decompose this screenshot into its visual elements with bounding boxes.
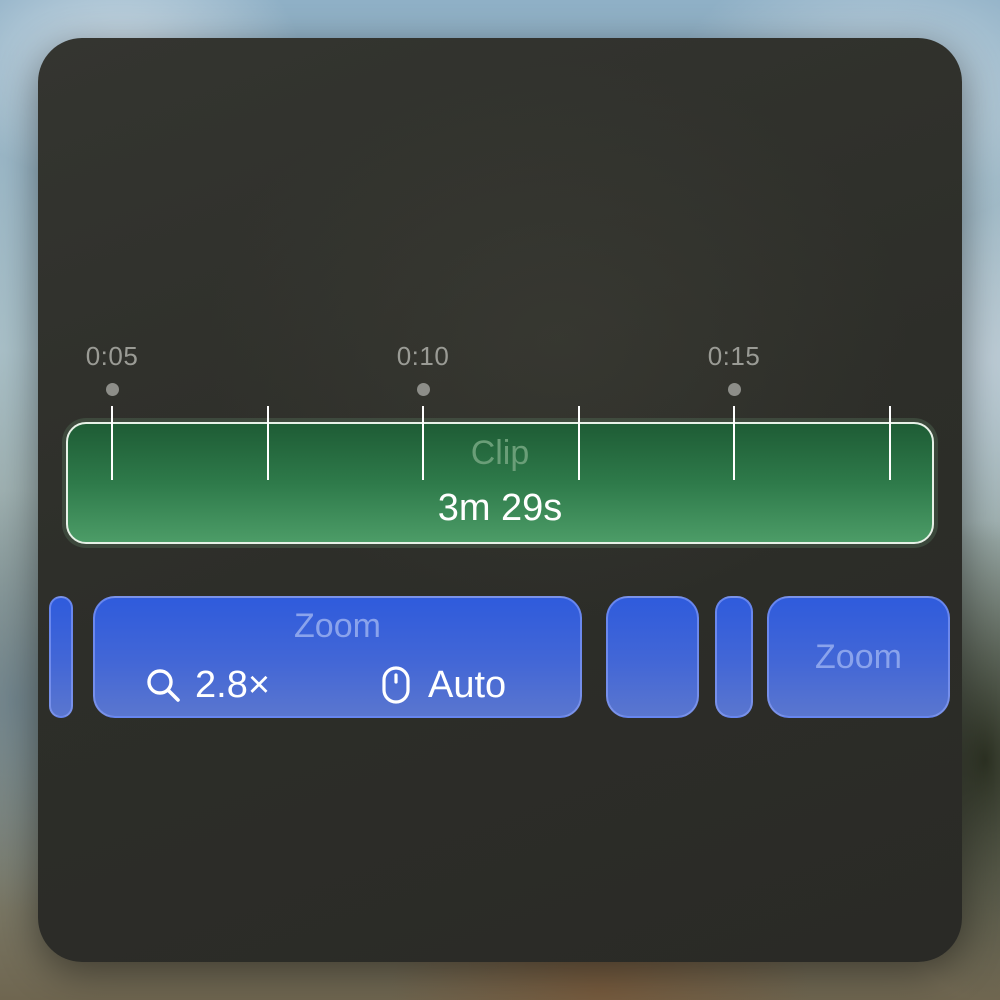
magnifier-icon [145, 667, 181, 703]
zoom-segment-sliver-left[interactable] [49, 596, 73, 718]
mouse-icon [382, 666, 410, 704]
clip-title: Clip [470, 434, 530, 472]
zoom-scale: 2.8× [145, 660, 270, 710]
tick-label-0-15: 0:15 [707, 341, 761, 371]
zoom-mode-value: Auto [428, 663, 507, 706]
tick-dot [727, 383, 741, 396]
zoom-segment-narrow[interactable] [715, 596, 753, 718]
zoom-segment-small[interactable] [606, 596, 699, 718]
tick-dot [105, 383, 119, 396]
tick-label-0-10: 0:10 [396, 341, 450, 371]
tick-label-0-05: 0:05 [85, 341, 139, 371]
clip-duration: 3m 29s [437, 487, 563, 529]
zoom-segment-title: Zoom [294, 607, 381, 645]
tick-dot [416, 383, 430, 396]
zoom-scale-value: 2.8× [195, 663, 271, 706]
zoom-mode: Auto [382, 660, 506, 710]
zoom-segment-title: Zoom [815, 638, 902, 676]
